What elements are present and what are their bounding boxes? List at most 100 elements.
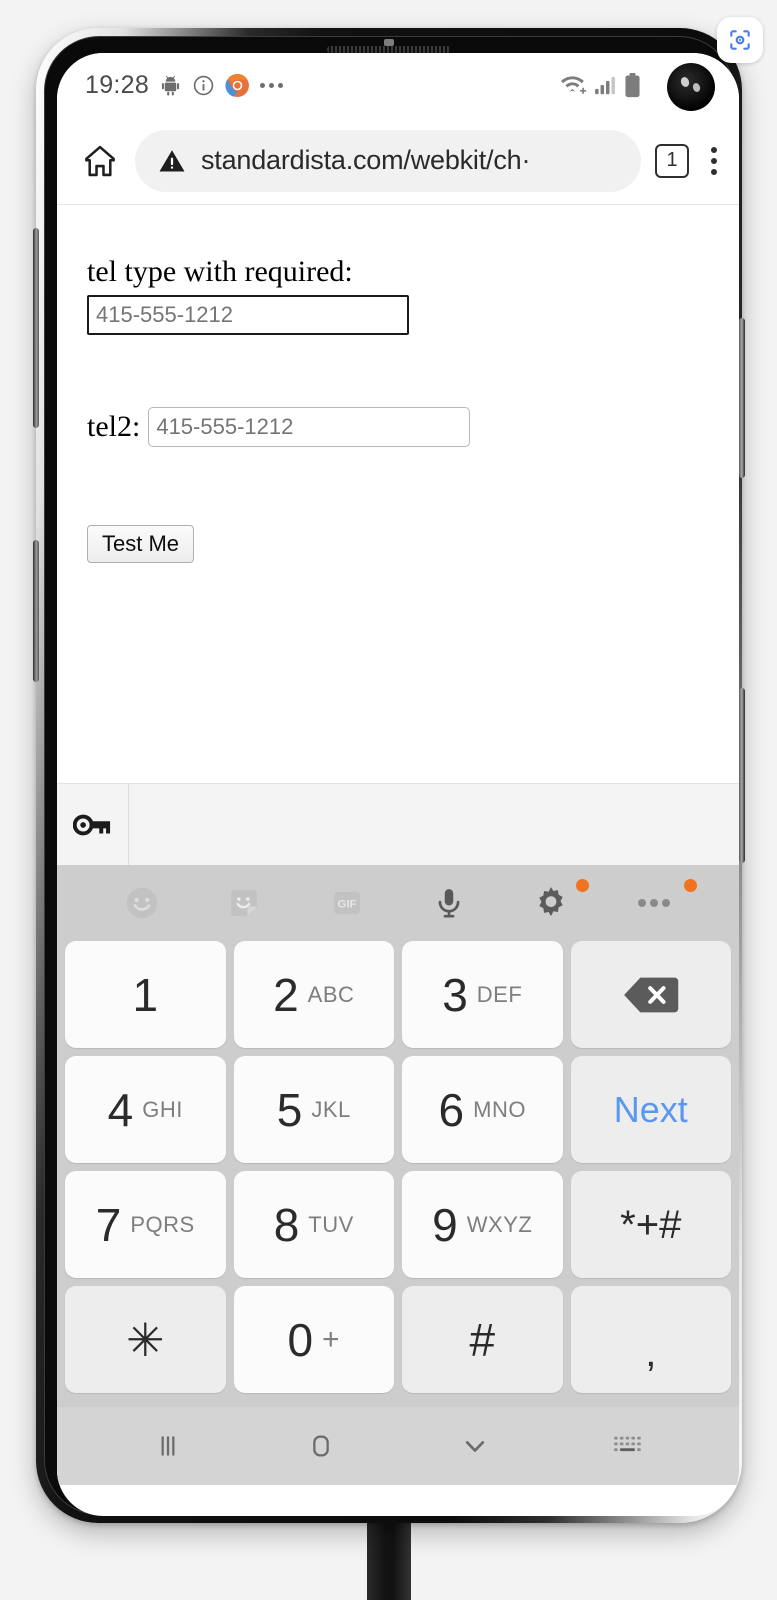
key-sublabel: GHI [142, 1096, 183, 1122]
key-backspace[interactable] [570, 941, 731, 1048]
browser-overflow-menu-icon[interactable] [711, 146, 717, 175]
gif-button[interactable]: GIF [296, 865, 398, 941]
home-icon[interactable] [81, 142, 119, 180]
key-label: 5 [276, 1083, 303, 1136]
key-label: 8 [273, 1198, 300, 1251]
gear-notification-badge [575, 879, 589, 892]
nav-dismiss-keyboard-button[interactable] [398, 1429, 552, 1463]
nav-home-button[interactable] [245, 1430, 399, 1462]
side-button-right-upper[interactable] [739, 318, 745, 478]
keyboard-more-button[interactable] [603, 865, 705, 941]
tab-counter-button[interactable]: 1 [655, 143, 689, 178]
key-8[interactable]: 8 TUV [233, 1171, 394, 1278]
key-sublabel: WXYZ [466, 1211, 533, 1237]
key-5[interactable]: 5 JKL [233, 1056, 394, 1163]
key-hash[interactable]: # [402, 1286, 563, 1393]
keyboard-row: ✳ 0 + # , [65, 1286, 731, 1393]
key-label: # [469, 1313, 496, 1366]
earpiece-speaker [327, 46, 451, 53]
tel2-label: tel2: [87, 410, 141, 443]
key-3[interactable]: 3 DEF [402, 941, 563, 1048]
tel1-label: tel type with required: [87, 255, 353, 288]
key-sublabel: MNO [473, 1096, 526, 1122]
keyboard-row: 1 2 ABC 3 DEF [65, 941, 731, 1048]
phone-bezel: 19:28 standardista.com/webkit/ch· 1 tel … [44, 36, 739, 1516]
tel2-field-block: tel2: [87, 407, 739, 447]
key-6[interactable]: 6 MNO [402, 1056, 563, 1163]
keyboard-row: 7 PQRS 8 TUV 9 WXYZ *+# [65, 1171, 731, 1278]
more-notification-badge [683, 879, 697, 892]
key-4[interactable]: 4 GHI [65, 1056, 226, 1163]
proximity-sensor [384, 39, 394, 46]
svg-text:GIF: GIF [337, 899, 356, 911]
battery-icon [625, 72, 640, 97]
autofill-suggestion-strip [57, 783, 739, 865]
screenshot-root: 19:28 standardista.com/webkit/ch· 1 tel … [0, 0, 777, 1600]
wifi-icon [561, 75, 587, 94]
tab-counter-value: 1 [666, 149, 678, 171]
home-icon [313, 1435, 330, 1457]
key-comma[interactable]: , [570, 1286, 731, 1393]
phone-screen: 19:28 standardista.com/webkit/ch· 1 tel … [57, 53, 739, 1516]
key-icon [72, 814, 110, 835]
password-manager-key-button[interactable] [57, 784, 129, 865]
status-overflow-dots-icon [260, 82, 284, 88]
key-label: 2 [273, 968, 299, 1021]
key-sublabel: JKL [311, 1096, 351, 1122]
key-symbols[interactable]: *+# [570, 1171, 731, 1278]
microphone-icon [438, 889, 460, 918]
phone-device-frame: 19:28 standardista.com/webkit/ch· 1 tel … [33, 28, 745, 1523]
emoji-button[interactable] [91, 865, 193, 941]
overflow-dots-icon [637, 899, 670, 907]
key-9[interactable]: 9 WXYZ [402, 1171, 563, 1278]
sticker-icon [231, 890, 258, 916]
key-0[interactable]: 0 + [233, 1286, 394, 1393]
test-me-button[interactable]: Test Me [87, 525, 195, 563]
key-label: 7 [95, 1198, 122, 1251]
key-label: *+# [620, 1202, 682, 1247]
url-text: standardista.com/webkit/ch· [201, 145, 531, 175]
front-camera-punch-hole [667, 63, 715, 111]
volume-button[interactable] [33, 228, 39, 428]
keyboard-toolbar: GIF [57, 865, 739, 941]
key-label: Next [613, 1088, 688, 1130]
key-label: 4 [107, 1083, 134, 1136]
android-navigation-bar [57, 1407, 739, 1485]
status-bar-left: 19:28 [85, 70, 284, 100]
key-label: 9 [432, 1198, 458, 1251]
side-button-right-lower[interactable] [739, 688, 745, 863]
key-label: 1 [132, 968, 159, 1021]
key-7[interactable]: 7 PQRS [65, 1171, 226, 1278]
key-label: 0 [287, 1313, 314, 1366]
warning-triangle-icon [159, 149, 185, 171]
key-next[interactable]: Next [570, 1056, 731, 1163]
android-debug-icon [161, 75, 180, 96]
autofill-suggestion-area[interactable] [129, 784, 739, 865]
keyboard-row: 4 GHI 5 JKL 6 MNO Next [65, 1056, 731, 1163]
keyboard-key-rows: 1 2 ABC 3 DEF 4 GHI 5 JKL 6 MNO Next 7 P… [57, 941, 739, 1407]
nav-recents-button[interactable] [91, 1430, 245, 1462]
webpage-content: tel type with required: tel2: Test Me [57, 205, 739, 783]
key-2[interactable]: 2 ABC [233, 941, 394, 1048]
nav-keyboard-switch-button[interactable] [552, 1434, 706, 1458]
chevron-down-dismiss-icon [465, 1441, 484, 1452]
key-sublabel: PQRS [130, 1211, 195, 1237]
key-sublabel: ABC [307, 981, 355, 1007]
browser-toolbar: standardista.com/webkit/ch· 1 [57, 117, 739, 205]
keyboard-settings-button[interactable] [500, 865, 602, 941]
screenshot-capture-badge[interactable] [717, 17, 763, 63]
power-button[interactable] [33, 540, 39, 682]
tel2-input[interactable] [148, 407, 471, 447]
key-asterisk[interactable]: ✳ [65, 1286, 226, 1393]
info-circle-icon [193, 75, 214, 95]
sticker-button[interactable] [193, 865, 295, 941]
tel1-input[interactable] [87, 295, 409, 335]
screenshot-capture-icon [730, 30, 750, 50]
key-1[interactable]: 1 [65, 941, 226, 1048]
key-sublabel: DEF [476, 981, 523, 1007]
status-clock: 19:28 [85, 70, 150, 99]
tel1-field-block: tel type with required: [87, 255, 739, 335]
key-label: 6 [438, 1083, 465, 1136]
url-bar[interactable]: standardista.com/webkit/ch· [135, 129, 641, 192]
voice-input-button[interactable] [398, 865, 500, 941]
